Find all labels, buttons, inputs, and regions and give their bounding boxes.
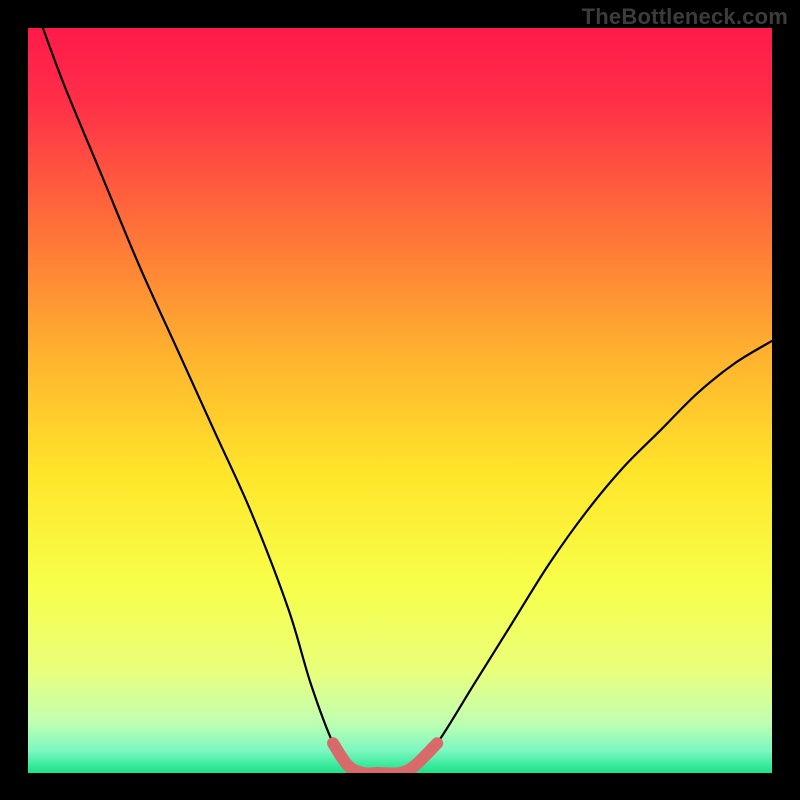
bottleneck-chart (0, 0, 800, 800)
attribution-label: TheBottleneck.com (582, 4, 788, 30)
plot-background (28, 28, 772, 773)
chart-frame: TheBottleneck.com (0, 0, 800, 800)
